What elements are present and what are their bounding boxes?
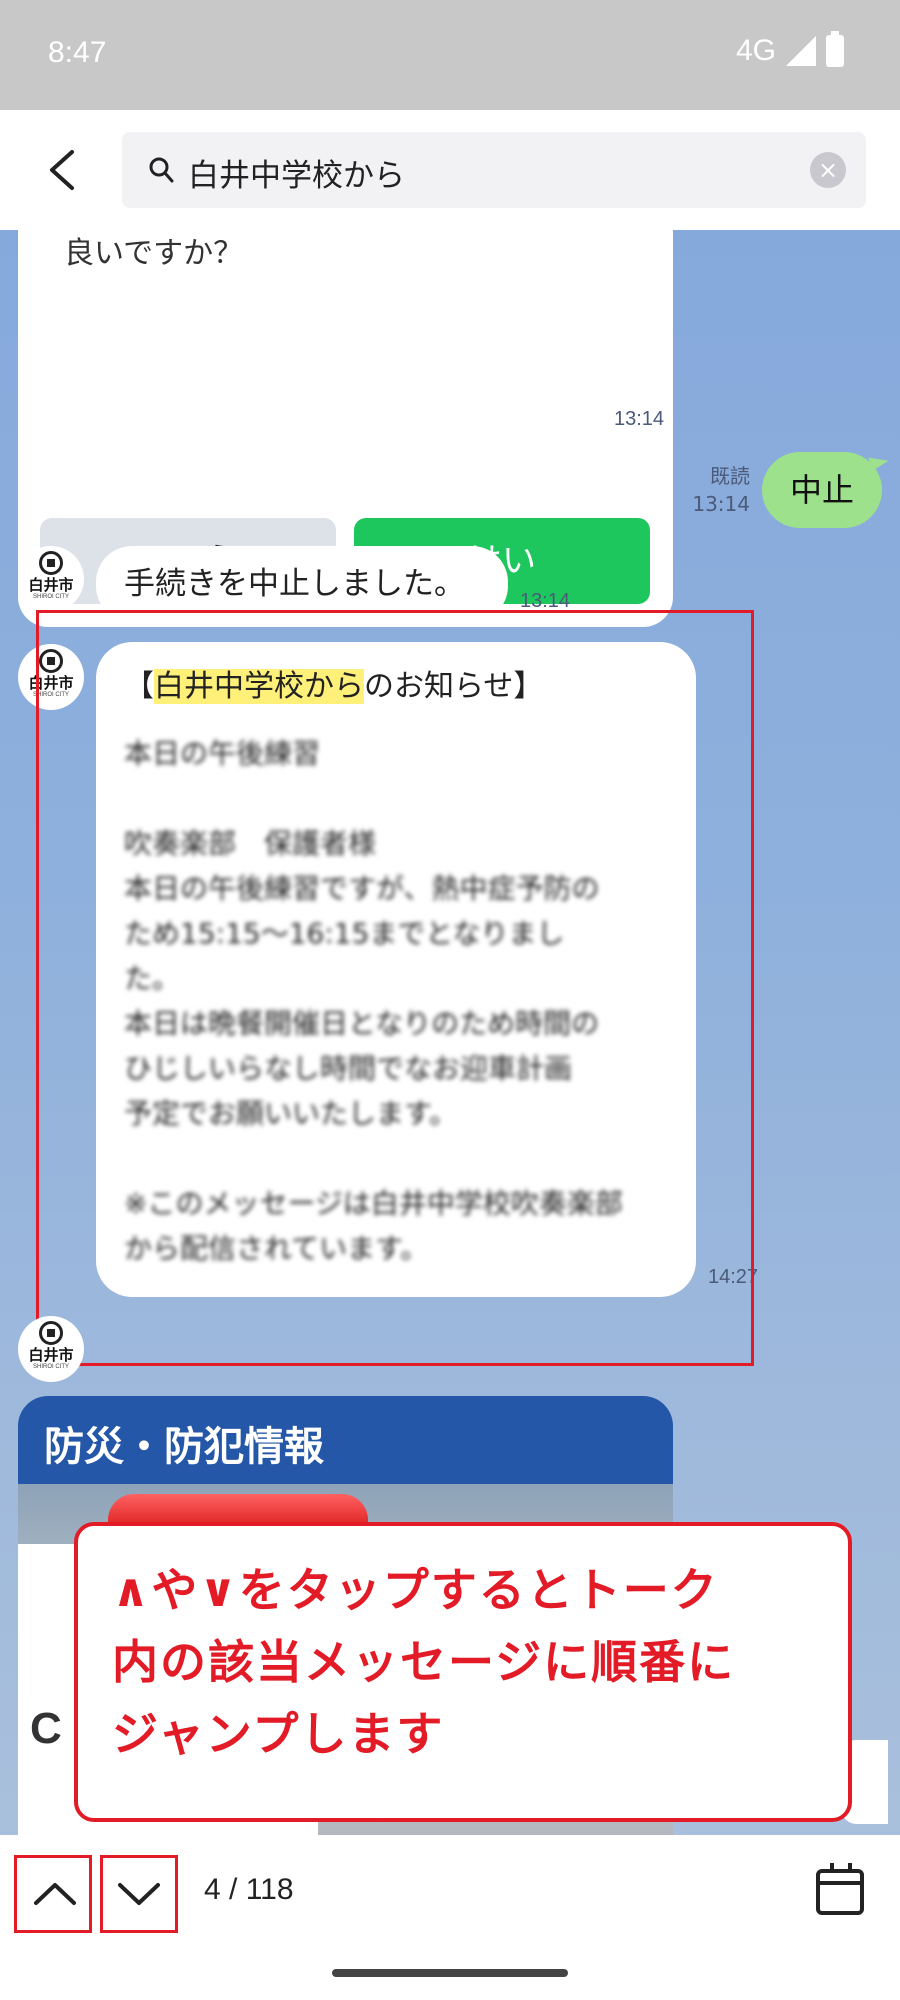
clear-search-icon[interactable]: × xyxy=(810,152,846,188)
status-icons: 4G xyxy=(735,31,844,68)
highlight-frame xyxy=(100,1855,178,1933)
status-bar: 8:47 4G xyxy=(0,0,900,110)
avatar[interactable]: 白井市 SHIROI CITY xyxy=(18,546,84,612)
city-emblem-icon xyxy=(39,1321,63,1345)
search-icon xyxy=(149,157,174,183)
avatar-name: 白井市 xyxy=(28,576,74,594)
highlight-frame xyxy=(36,610,754,1366)
read-receipt: 既読 xyxy=(710,464,750,488)
card-title: 防災・防犯情報 xyxy=(44,1424,324,1470)
avatar-name: 白井市 xyxy=(28,1346,74,1364)
card-timestamp: 13:14 xyxy=(614,408,665,430)
calendar-icon[interactable] xyxy=(816,1863,864,1915)
confirm-question-text: 良いですか？ xyxy=(64,236,244,271)
home-indicator[interactable] xyxy=(332,1969,568,1977)
battery-icon xyxy=(826,31,844,67)
callout-line: 内の該当メッセージに順番に xyxy=(112,1635,736,1689)
signal-icon xyxy=(786,36,816,66)
sent-meta: 既読 13:14 xyxy=(680,462,750,518)
city-emblem-icon xyxy=(39,551,63,575)
search-input[interactable]: 白井中学校から × xyxy=(122,132,866,208)
sent-message-bubble[interactable]: 中止 xyxy=(762,452,882,528)
result-counter: 4 / 118 xyxy=(204,1873,294,1906)
back-arrow-icon[interactable] xyxy=(44,148,84,192)
search-header: 白井中学校から × xyxy=(0,110,900,230)
instruction-callout: ∧や∨をタップするとトーク 内の該当メッセージに順番に ジャンプします xyxy=(74,1522,852,1822)
avatar-subtitle: SHIROI CITY xyxy=(32,1364,69,1370)
avatar-subtitle: SHIROI CITY xyxy=(32,594,69,600)
sent-timestamp: 13:14 xyxy=(692,492,750,516)
search-query: 白井中学校から xyxy=(188,158,405,194)
callout-line: ∧や∨をタップするとトーク xyxy=(112,1563,719,1617)
status-time: 8:47 xyxy=(48,36,107,69)
callout-line: ジャンプします xyxy=(112,1707,445,1761)
highlight-frame xyxy=(14,1855,92,1933)
chat-area[interactable]: 良いですか？ いいえ はい 13:14 既読 13:14 中止 白井市 SHIR… xyxy=(0,230,900,1835)
search-navigation-bar: 4 / 118 xyxy=(0,1835,900,2000)
network-label: 4G xyxy=(735,34,776,67)
avatar[interactable]: 白井市 SHIROI CITY xyxy=(18,1316,84,1382)
